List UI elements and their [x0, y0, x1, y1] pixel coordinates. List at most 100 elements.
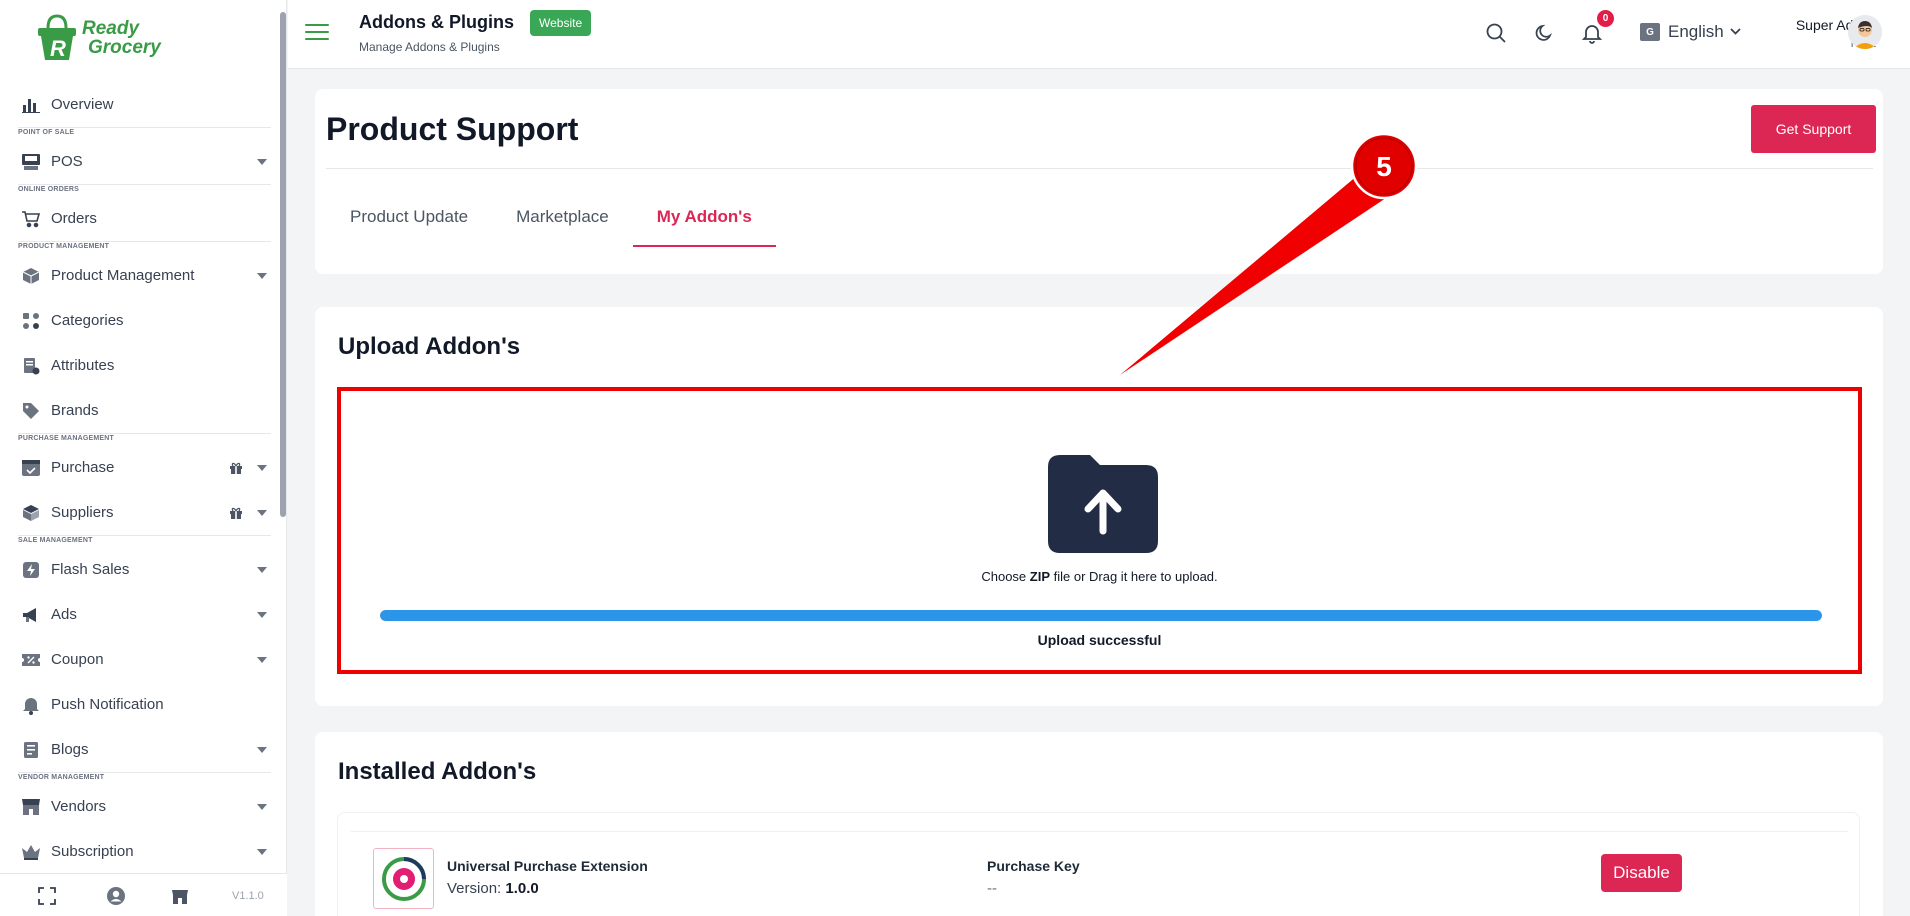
translate-icon: G — [1640, 23, 1660, 41]
sidebar-scrollbar[interactable] — [280, 12, 286, 517]
sidebar-item-label: Orders — [51, 210, 97, 227]
sidebar-item-vendors[interactable]: Vendors — [0, 784, 275, 829]
get-support-button[interactable]: Get Support — [1751, 105, 1876, 153]
chevron-down-icon[interactable] — [257, 656, 267, 663]
sidebar-item-categories[interactable]: Categories — [0, 298, 275, 343]
upload-addon-title: Upload Addon's — [338, 333, 521, 360]
sidebar-item-label: Brands — [51, 402, 99, 419]
upload-instructions: Choose ZIP file or Drag it here to uploa… — [341, 569, 1858, 584]
sidebar-item-product-management[interactable]: Product Management — [0, 253, 275, 298]
sidebar-nav: Overview POINT OF SALE POS ONLINE ORDERS Ord… — [0, 82, 275, 886]
sidebar-section-label: VENDOR MANAGEMENT — [18, 774, 105, 781]
sidebar-section-label: SALE MANAGEMENT — [18, 537, 93, 544]
profile-icon[interactable] — [106, 886, 126, 911]
sidebar-section-label: PURCHASE MANAGEMENT — [18, 435, 114, 442]
megaphone-icon — [21, 605, 41, 625]
pos-icon — [21, 152, 41, 172]
sidebar-item-push-notification[interactable]: Push Notification — [0, 682, 275, 727]
brand-line2: Grocery — [88, 37, 161, 58]
sidebar-item-overview[interactable]: Overview — [0, 82, 275, 127]
chevron-down-icon[interactable] — [257, 566, 267, 573]
addon-row: Universal Purchase Extension Version: 1.… — [351, 831, 1848, 916]
addon-list: Universal Purchase Extension Version: 1.… — [337, 812, 1860, 916]
chevron-down-icon[interactable] — [257, 848, 267, 855]
search-icon[interactable] — [1483, 20, 1509, 46]
attributes-icon — [21, 356, 41, 376]
tab-marketplace[interactable]: Marketplace — [516, 207, 609, 247]
purchase-key-value: -- — [987, 880, 997, 897]
page-subtitle: Manage Addons & Plugins — [359, 40, 500, 54]
addon-logo-icon — [373, 848, 434, 909]
chevron-down-icon[interactable] — [257, 158, 267, 165]
chevron-down-icon[interactable] — [257, 464, 267, 471]
sidebar-item-attributes[interactable]: Attributes — [0, 343, 275, 388]
sidebar-item-label: Coupon — [51, 651, 104, 668]
sidebar: R Ready Grocery Overview POINT OF SALE POS… — [0, 0, 287, 916]
chevron-down-icon[interactable] — [257, 272, 267, 279]
dark-mode-icon[interactable] — [1531, 20, 1557, 46]
sidebar-item-flash-sales[interactable]: Flash Sales — [0, 547, 275, 592]
sidebar-item-label: Subscription — [51, 843, 134, 860]
language-selector[interactable]: G English — [1640, 22, 1741, 42]
flash-icon — [21, 560, 41, 580]
addon-version-label: Version: — [447, 880, 506, 897]
website-button[interactable]: Website — [530, 10, 592, 36]
choose-suffix: file or Drag it here to upload. — [1050, 569, 1218, 584]
sidebar-item-blogs[interactable]: Blogs — [0, 727, 275, 772]
sidebar-item-subscription[interactable]: Subscription — [0, 829, 275, 874]
chevron-down-icon[interactable] — [257, 803, 267, 810]
installed-addons-title: Installed Addon's — [338, 758, 537, 785]
choose-zip: ZIP — [1029, 569, 1050, 584]
upload-dropzone[interactable]: Choose ZIP file or Drag it here to uploa… — [337, 387, 1862, 674]
sidebar-section-label: ONLINE ORDERS — [18, 186, 79, 193]
sidebar-item-purchase[interactable]: Purchase — [0, 445, 275, 490]
sidebar-item-label: Product Management — [51, 267, 195, 284]
tab-my-addons[interactable]: My Addon's — [632, 207, 776, 247]
brand-logo[interactable]: R Ready Grocery — [34, 14, 161, 62]
menu-toggle-icon[interactable] — [305, 24, 329, 42]
chevron-down-icon[interactable] — [257, 746, 267, 753]
sidebar-item-brands[interactable]: Brands — [0, 388, 275, 433]
purchase-key-label: Purchase Key — [987, 858, 1080, 874]
svg-text:R: R — [50, 36, 66, 61]
fullscreen-icon[interactable] — [37, 886, 57, 911]
coupon-icon — [21, 650, 41, 670]
sidebar-item-pos[interactable]: POS — [0, 139, 275, 184]
topbar: Addons & Plugins Website Manage Addons &… — [288, 0, 1910, 69]
sidebar-item-label: Push Notification — [51, 696, 164, 713]
addon-name: Universal Purchase Extension — [447, 858, 648, 874]
support-tabs: Product Update Marketplace My Addon's — [350, 207, 800, 247]
disable-addon-button[interactable]: Disable — [1601, 854, 1682, 892]
notification-count-badge: 0 — [1597, 10, 1614, 27]
store-icon — [21, 797, 41, 817]
sidebar-item-label: Overview — [51, 96, 114, 113]
choose-prefix: Choose — [981, 569, 1030, 584]
gift-icon — [229, 461, 243, 478]
notification-bell-icon[interactable]: 0 — [1579, 10, 1614, 46]
sidebar-section-heading: POINT OF SALE — [18, 127, 271, 139]
sidebar-item-label: Purchase — [51, 459, 115, 476]
chevron-down-icon — [1730, 28, 1741, 35]
bell-icon — [21, 695, 41, 715]
sidebar-section-heading: PRODUCT MANAGEMENT — [18, 241, 271, 253]
brand-name: Ready Grocery — [82, 19, 161, 57]
sidebar-item-ads[interactable]: Ads — [0, 592, 275, 637]
sidebar-section-label: PRODUCT MANAGEMENT — [18, 243, 110, 250]
upload-progress-fill — [380, 610, 1822, 621]
sidebar-item-label: Suppliers — [51, 504, 114, 521]
sidebar-item-suppliers[interactable]: Suppliers — [0, 490, 275, 535]
tab-product-update[interactable]: Product Update — [350, 207, 468, 247]
page-title: Addons & Plugins — [359, 12, 514, 32]
product-support-title: Product Support — [326, 111, 579, 147]
sidebar-item-label: Flash Sales — [51, 561, 130, 578]
avatar[interactable] — [1848, 15, 1882, 49]
sidebar-item-label: Attributes — [51, 357, 115, 374]
chevron-down-icon[interactable] — [257, 611, 267, 618]
sidebar-item-coupon[interactable]: Coupon — [0, 637, 275, 682]
sidebar-item-orders[interactable]: Orders — [0, 196, 275, 241]
shop-icon[interactable] — [170, 886, 190, 911]
supplier-icon — [21, 503, 41, 523]
chevron-down-icon[interactable] — [257, 509, 267, 516]
sidebar-section-label: POINT OF SALE — [18, 129, 75, 136]
purchase-icon — [21, 458, 41, 478]
